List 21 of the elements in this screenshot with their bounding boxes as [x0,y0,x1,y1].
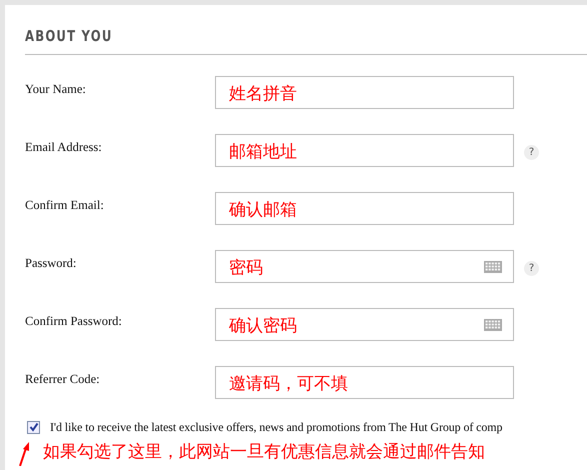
input-field[interactable]: 确认密码 [215,308,514,341]
checkbox-label: I'd like to receive the latest exclusive offers, news and promotions from The Hut Group of comp [50,419,502,436]
field-label: Password: [25,255,78,272]
checkbox[interactable] [27,420,40,434]
section-title: ABOUT YOU [25,27,112,45]
help-icon[interactable]: ? [524,261,539,276]
field-label: Confirm Password: [25,313,123,330]
field-label: Your Name: [25,81,87,98]
input-field[interactable]: 邀请码，可不填 [215,366,514,399]
input-field[interactable]: 密码 [215,250,514,283]
arrow-icon [19,442,31,466]
keyboard-icon[interactable] [484,319,502,331]
input-field[interactable]: 姓名拼音 [215,76,514,109]
keyboard-icon[interactable] [484,261,502,273]
field-label: Referrer Code: [25,371,101,388]
help-icon[interactable]: ? [524,145,539,160]
input-field[interactable]: 确认邮箱 [215,192,514,225]
field-label: Email Address: [25,139,103,156]
input-field[interactable]: 邮箱地址 [215,134,514,167]
field-label: Confirm Email: [25,197,105,214]
annotation-text: 如果勾选了这里，此网站一旦有优惠信息就会通过邮件告知 [43,441,485,464]
